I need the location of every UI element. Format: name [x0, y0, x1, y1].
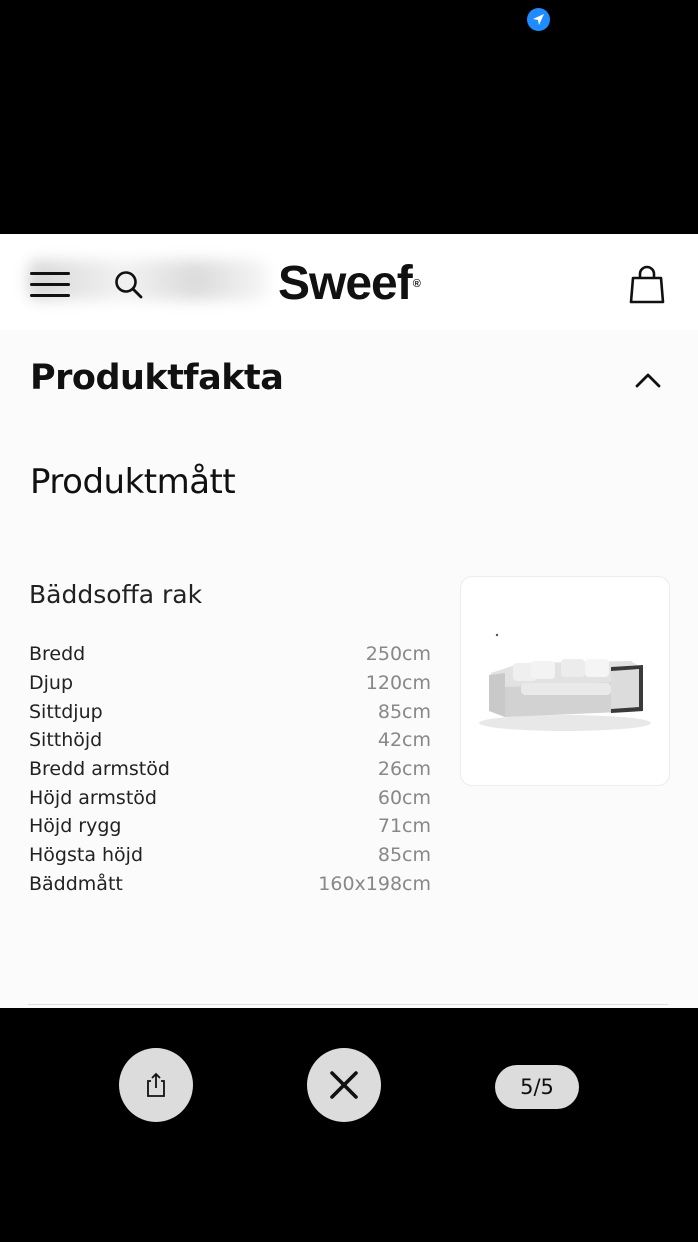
dimension-label: Djup: [29, 672, 74, 695]
menu-icon[interactable]: [30, 272, 70, 297]
search-icon[interactable]: [113, 269, 145, 301]
product-image-card[interactable]: [460, 576, 670, 786]
dimension-label: Sitthöjd: [29, 729, 103, 752]
dimension-row: Höjd rygg 71cm: [29, 812, 431, 841]
dimension-value: 60cm: [377, 786, 431, 809]
share-icon: [147, 1072, 165, 1097]
dimension-row: Sittdjup 85cm: [29, 697, 431, 726]
dimension-label: Bredd armstöd: [29, 758, 170, 781]
dimension-row: Högsta höjd 85cm: [29, 841, 431, 870]
dimension-label: Sittdjup: [29, 700, 103, 723]
location-arrow-icon: [527, 8, 550, 31]
top-black-area: [0, 0, 698, 234]
dimension-row: Sitthöjd 42cm: [29, 726, 431, 755]
dimension-row: Bäddmått 160x198cm: [29, 870, 431, 899]
shopping-bag-icon[interactable]: [628, 264, 666, 306]
dimension-label: Högsta höjd: [29, 844, 144, 867]
dimensions-list: Bredd 250cm Djup 120cm Sittdjup 85cm Sit…: [29, 640, 431, 898]
product-name: Bäddsoffa rak: [29, 580, 203, 609]
brand-logo[interactable]: Sweef®: [278, 254, 421, 314]
subsection-title: Produktmått: [30, 462, 236, 502]
screenshot-viewer: Sweef® Produktfakta Produktmått Bäddsoff…: [0, 0, 698, 1242]
close-icon: [330, 1071, 358, 1099]
dimension-row: Djup 120cm: [29, 669, 431, 698]
page-counter: 5/5: [495, 1065, 579, 1109]
share-button[interactable]: [119, 1048, 193, 1122]
sofa-image: [479, 633, 651, 731]
dimension-row: Höjd armstöd 60cm: [29, 783, 431, 812]
webpage-screenshot: Sweef® Produktfakta Produktmått Bäddsoff…: [0, 234, 698, 1008]
dimension-label: Höjd rygg: [29, 815, 122, 838]
dimension-value: 42cm: [377, 729, 431, 752]
divider: [28, 1004, 668, 1005]
dimension-label: Höjd armstöd: [29, 786, 157, 809]
dimension-label: Bäddmått: [29, 872, 123, 895]
dimension-value: 250cm: [365, 643, 431, 666]
dimension-value: 85cm: [377, 700, 431, 723]
close-button[interactable]: [307, 1048, 381, 1122]
chevron-up-icon[interactable]: [633, 370, 663, 390]
dimension-value: 26cm: [377, 758, 431, 781]
section-title: Produktfakta: [30, 358, 284, 398]
dimension-value: 71cm: [377, 815, 431, 838]
viewer-controls: 5/5: [0, 1008, 698, 1242]
dimension-value: 120cm: [365, 672, 431, 695]
dimension-label: Bredd: [29, 643, 86, 666]
dimension-row: Bredd 250cm: [29, 640, 431, 669]
site-header: Sweef®: [0, 234, 698, 330]
dimension-row: Bredd armstöd 26cm: [29, 755, 431, 784]
dimension-value: 160x198cm: [318, 872, 431, 895]
dimension-value: 85cm: [377, 844, 431, 867]
